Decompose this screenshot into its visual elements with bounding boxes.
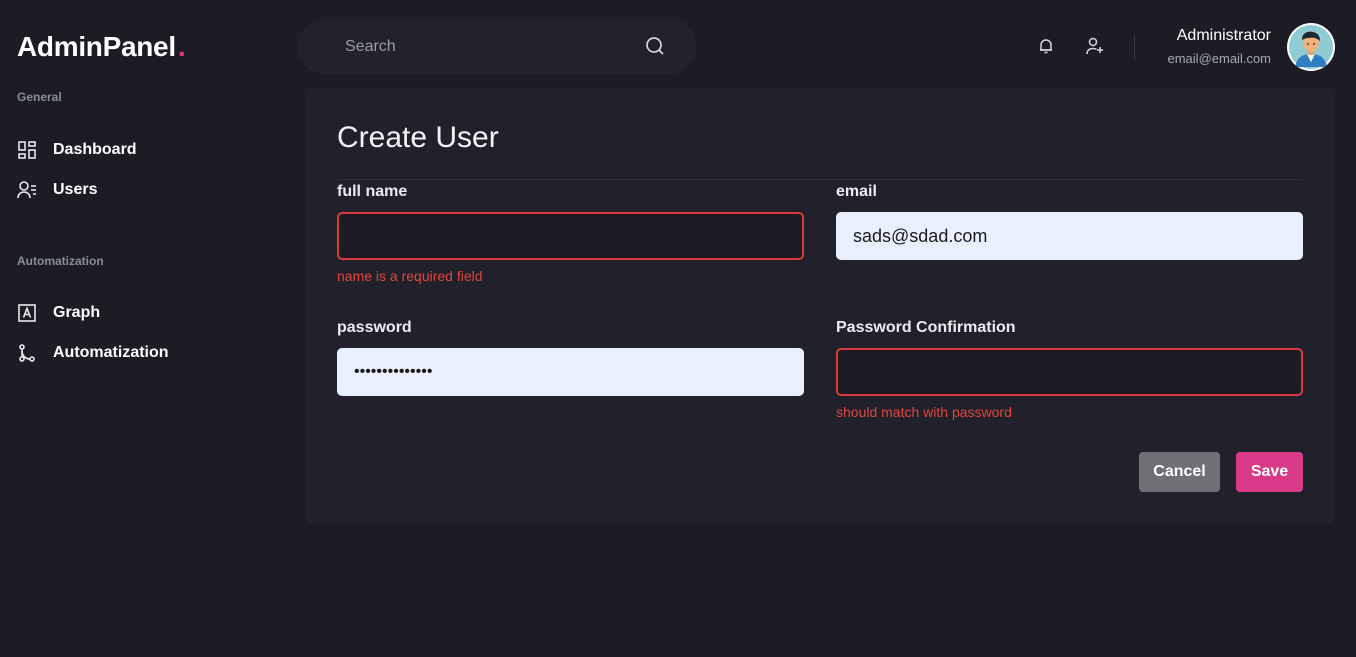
full-name-field[interactable] xyxy=(337,212,804,260)
brand-name: AdminPanel xyxy=(17,31,176,62)
sidebar-item-graph[interactable]: Graph xyxy=(17,301,100,325)
brand-dot: . xyxy=(177,31,186,62)
sidebar-item-users[interactable]: Users xyxy=(17,178,97,202)
automatization-icon xyxy=(17,343,37,363)
graph-icon xyxy=(17,303,37,323)
password-label: password xyxy=(337,319,412,336)
dashboard-icon xyxy=(17,140,37,160)
password-confirmation-error: should match with password xyxy=(836,404,1012,420)
sidebar-item-label: Users xyxy=(53,181,98,198)
header-divider xyxy=(1134,34,1135,60)
user-email: email@email.com xyxy=(1167,51,1272,66)
title-divider xyxy=(337,179,1303,180)
sidebar-item-automatization[interactable]: Automatization xyxy=(17,341,169,365)
sidebar-item-dashboard[interactable]: Dashboard xyxy=(17,138,137,162)
email-label: email xyxy=(836,183,877,200)
search-bar[interactable] xyxy=(297,19,697,74)
sidebar-item-label: Graph xyxy=(53,304,101,321)
cancel-button[interactable]: Cancel xyxy=(1139,452,1220,492)
email-field[interactable] xyxy=(836,212,1303,260)
password-field[interactable] xyxy=(337,348,804,396)
users-icon xyxy=(17,180,37,200)
sidebar-section-automatization: Automatization xyxy=(17,254,104,268)
brand-logo[interactable]: AdminPanel. xyxy=(17,30,186,64)
search-icon[interactable] xyxy=(645,36,665,56)
avatar[interactable] xyxy=(1287,23,1335,71)
bell-icon[interactable] xyxy=(1037,37,1055,55)
sidebar-section-general: General xyxy=(17,90,62,104)
password-confirmation-label: Password Confirmation xyxy=(836,319,1016,336)
sidebar-item-label: Dashboard xyxy=(53,141,137,158)
create-user-card: Create User full name name is a required… xyxy=(305,87,1335,524)
password-confirmation-field[interactable] xyxy=(836,348,1303,396)
search-input[interactable] xyxy=(345,37,625,56)
page-title: Create User xyxy=(337,121,499,154)
full-name-error: name is a required field xyxy=(337,268,483,284)
full-name-label: full name xyxy=(337,183,408,200)
user-name[interactable]: Administrator xyxy=(1177,27,1271,45)
save-button[interactable]: Save xyxy=(1236,452,1303,492)
sidebar-item-label: Automatization xyxy=(53,344,169,361)
add-user-icon[interactable] xyxy=(1086,37,1104,55)
